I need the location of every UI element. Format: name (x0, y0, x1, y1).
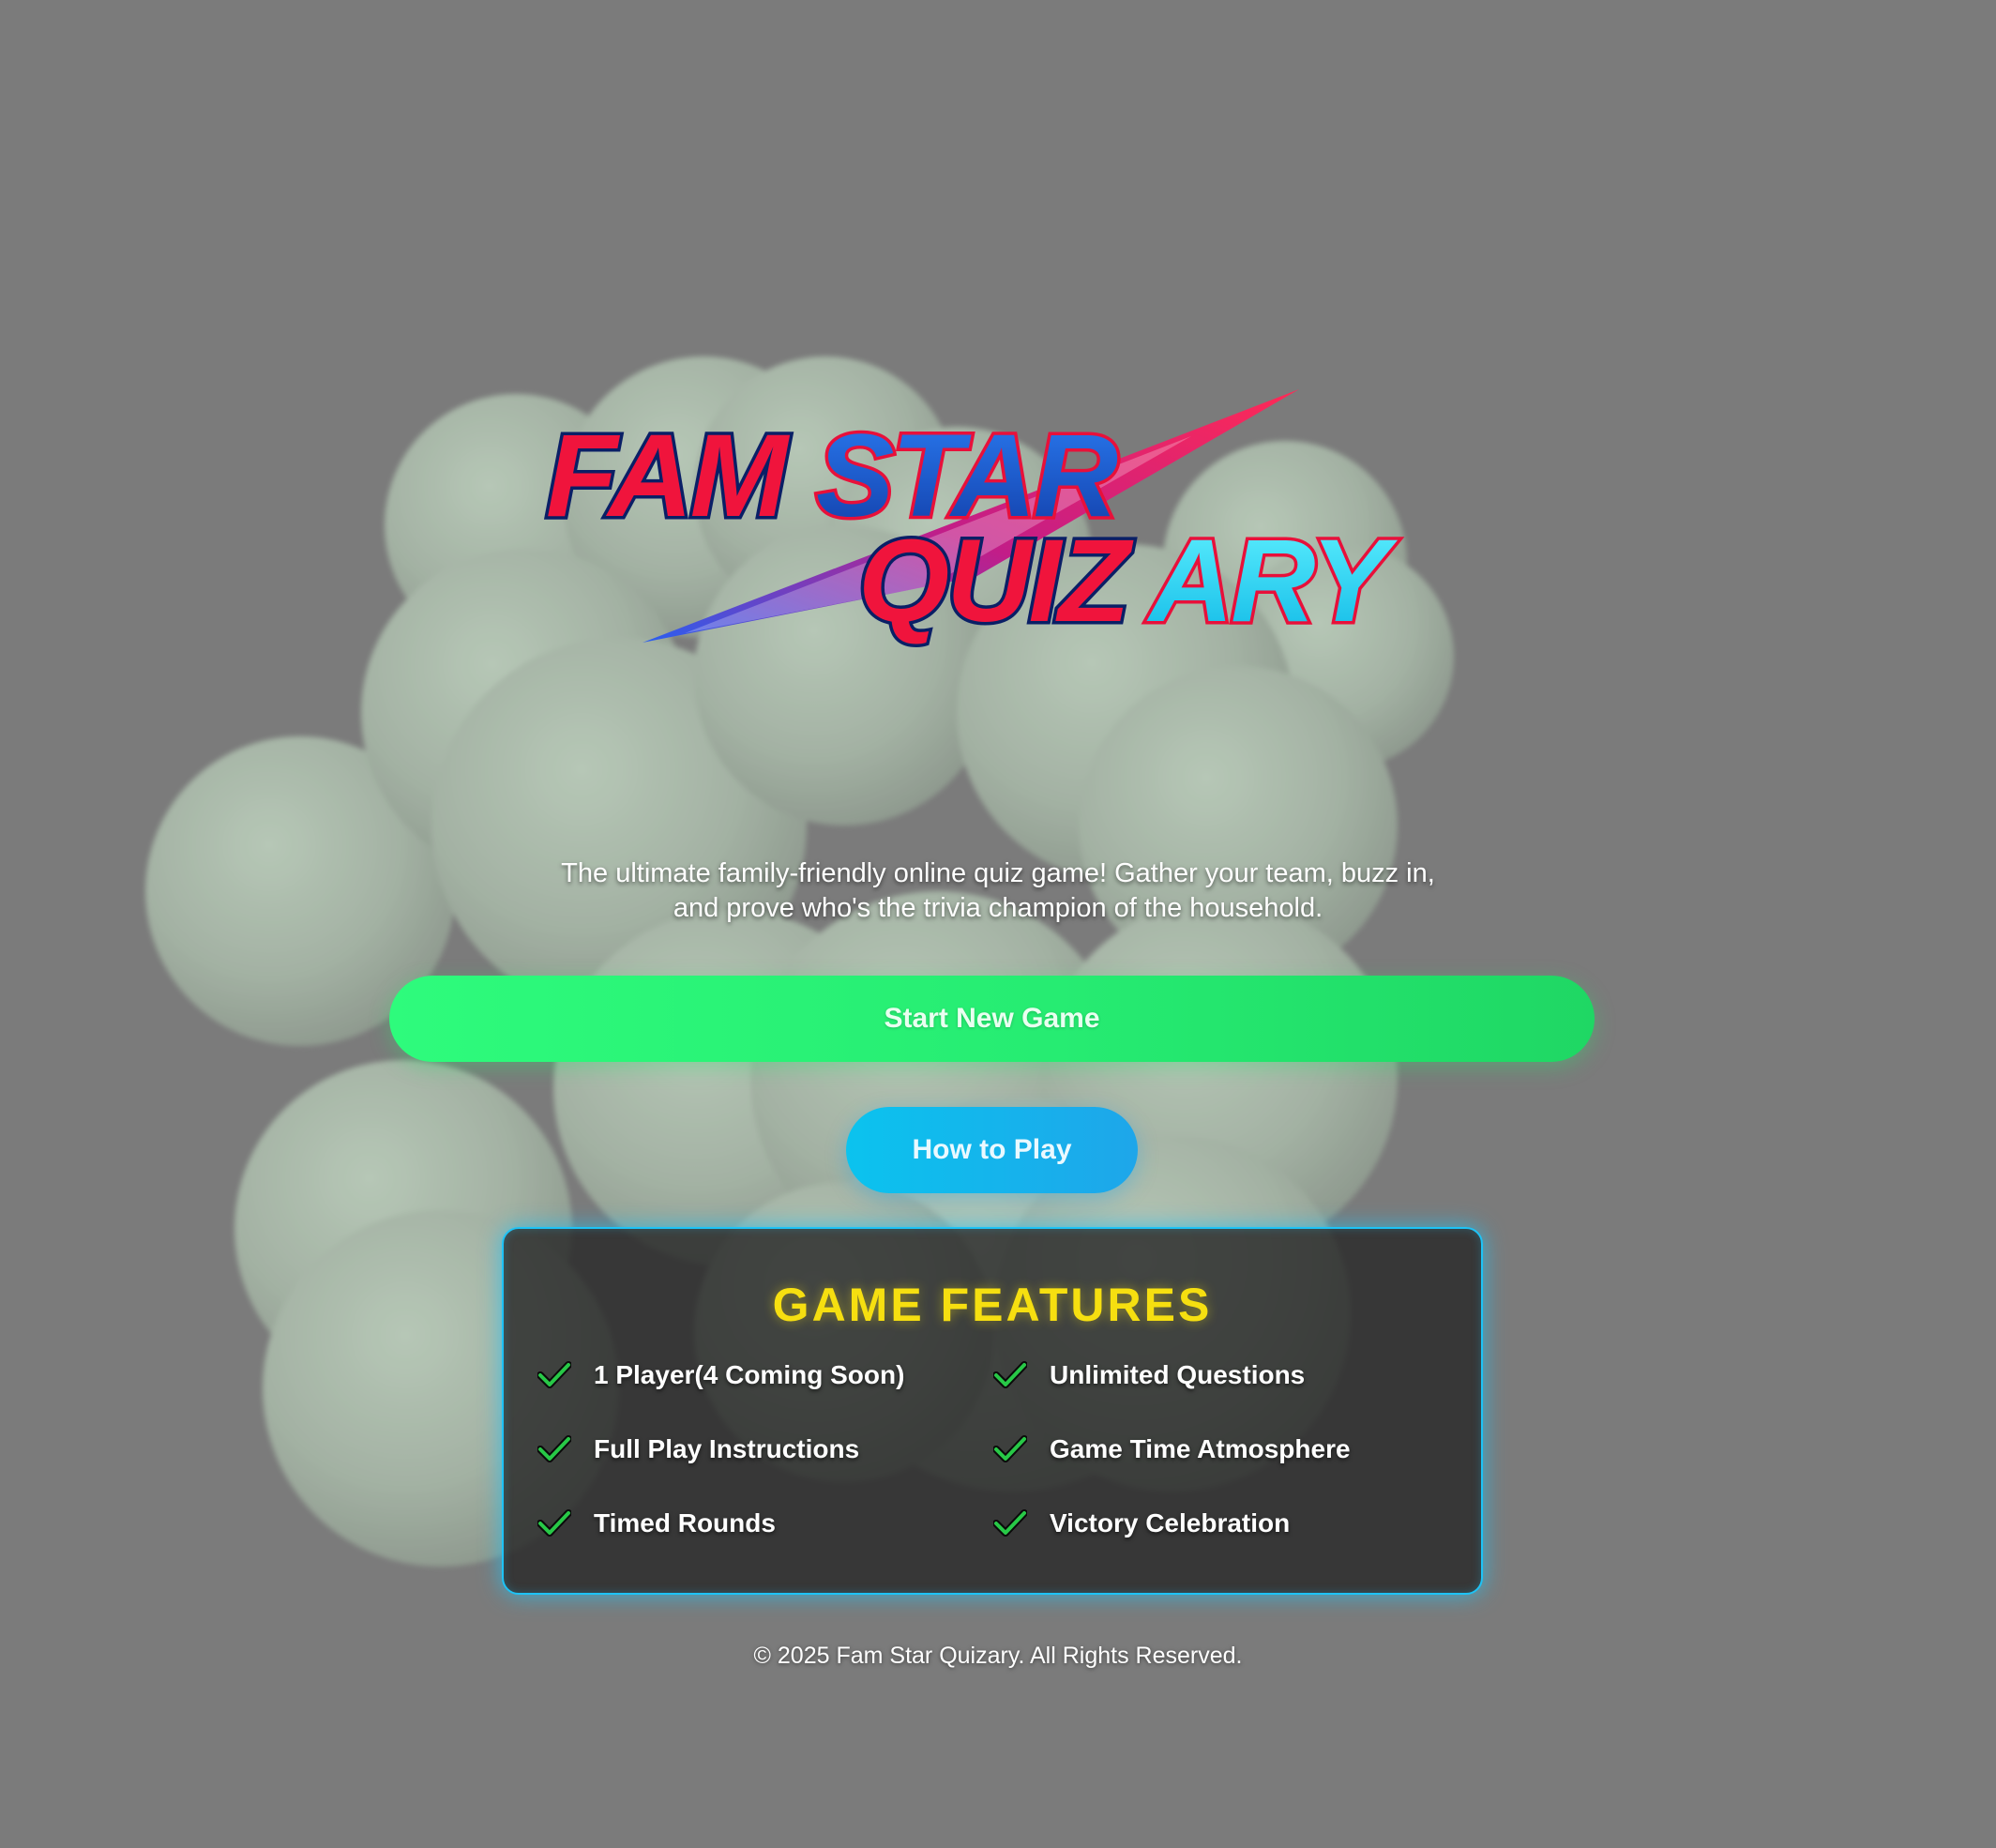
tagline-line-1: The ultimate family-friendly online quiz… (561, 858, 1435, 888)
logo-ary: ARY (1146, 516, 1398, 646)
start-new-game-button[interactable]: Start New Game (389, 976, 1595, 1062)
check-icon (537, 1435, 571, 1462)
feature-label: Timed Rounds (594, 1508, 776, 1537)
features-title: GAME FEATURES (772, 1279, 1213, 1331)
tagline-line-2: and prove who's the trivia champion of t… (673, 893, 1323, 923)
game-features-panel: GAME FEATURES 1 Player(4 Coming Soon) Un… (502, 1227, 1483, 1595)
feature-item: Timed Rounds (537, 1505, 776, 1542)
check-icon (993, 1509, 1027, 1537)
footer-copyright: © 2025 Fam Star Quizary. All Rights Rese… (753, 1643, 1243, 1669)
tagline: The ultimate family-friendly online quiz… (0, 856, 1996, 926)
logo-fam: FAM (546, 411, 791, 541)
feature-item: Unlimited Questions (993, 1356, 1305, 1394)
check-icon (993, 1361, 1027, 1388)
feature-label: Full Play Instructions (594, 1434, 860, 1463)
feature-label: Victory Celebration (1050, 1508, 1291, 1537)
check-icon (537, 1361, 571, 1388)
feature-label: Game Time Atmosphere (1050, 1434, 1351, 1463)
check-icon (993, 1435, 1027, 1462)
feature-label: 1 Player(4 Coming Soon) (594, 1360, 905, 1389)
check-icon (537, 1509, 571, 1537)
feature-item: Game Time Atmosphere (993, 1431, 1351, 1468)
logo-quiz: QUIZ (858, 516, 1134, 646)
feature-item: Full Play Instructions (537, 1431, 859, 1468)
game-logo: FAM STAR QUIZ ARY (543, 389, 1404, 650)
feature-label: Unlimited Questions (1050, 1360, 1306, 1389)
feature-item: 1 Player(4 Coming Soon) (537, 1356, 904, 1394)
feature-item: Victory Celebration (993, 1505, 1290, 1542)
how-to-play-button[interactable]: How to Play (846, 1107, 1138, 1193)
